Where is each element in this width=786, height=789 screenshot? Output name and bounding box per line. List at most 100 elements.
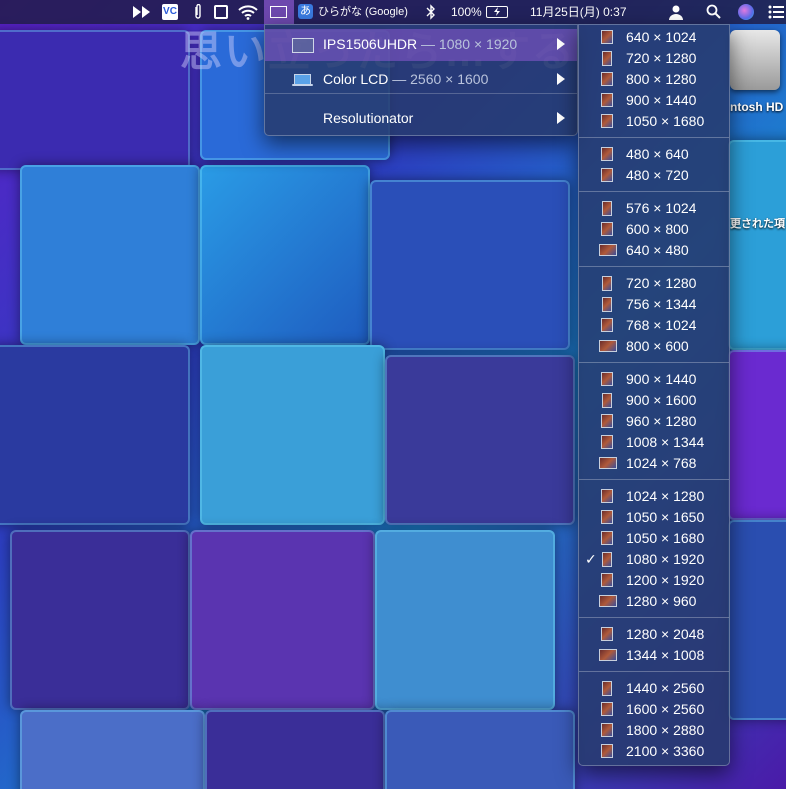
battery-percent[interactable]: 100% bbox=[451, 0, 482, 24]
resolution-label: 1440 × 2560 bbox=[626, 680, 705, 696]
input-mode-icon[interactable]: あ bbox=[298, 4, 313, 19]
resolution-item[interactable]: 800 × 1280 bbox=[579, 69, 729, 90]
resolution-label: 1024 × 1280 bbox=[626, 488, 705, 504]
resolution-item[interactable]: 2100 × 3360 bbox=[579, 741, 729, 762]
resolution-item[interactable]: 1050 × 1680 bbox=[579, 528, 729, 549]
resolution-label: 1008 × 1344 bbox=[626, 434, 705, 450]
clock[interactable]: 11月25日(月) 0:37 bbox=[530, 0, 627, 24]
resolution-item[interactable]: 1008 × 1344 bbox=[579, 432, 729, 453]
menu-separator bbox=[579, 266, 729, 267]
resolution-label: 800 × 600 bbox=[626, 338, 689, 354]
resolution-label: 960 × 1280 bbox=[626, 413, 697, 429]
resolution-item[interactable]: 640 × 1024 bbox=[579, 27, 729, 48]
resolution-item[interactable]: 640 × 480 bbox=[579, 240, 729, 261]
wifi-icon[interactable] bbox=[238, 4, 258, 20]
monitor-icon bbox=[292, 38, 314, 53]
desktop-file-label[interactable]: 更された項 bbox=[730, 215, 785, 231]
search-icon[interactable] bbox=[706, 4, 721, 19]
menu-separator bbox=[579, 671, 729, 672]
resolution-icon bbox=[601, 414, 613, 428]
resolution-item[interactable]: 1344 × 1008 bbox=[579, 645, 729, 666]
paperclip-icon[interactable] bbox=[193, 4, 203, 20]
display-menu: IPS1506UHDR — 1080 × 1920 Color LCD — 25… bbox=[264, 24, 578, 136]
resolution-label: 1080 × 1920 bbox=[626, 551, 705, 567]
resolution-item[interactable]: 1280 × 960 bbox=[579, 591, 729, 612]
resolution-icon bbox=[599, 649, 617, 661]
resolution-item[interactable]: 576 × 1024 bbox=[579, 198, 729, 219]
hard-drive-label[interactable]: ntosh HD bbox=[730, 100, 783, 114]
resolution-icon bbox=[599, 244, 617, 256]
resolution-item[interactable]: 1800 × 2880 bbox=[579, 720, 729, 741]
resolution-item[interactable]: 768 × 1024 bbox=[579, 315, 729, 336]
resolution-item[interactable]: 1050 × 1650 bbox=[579, 507, 729, 528]
resolution-label: 768 × 1024 bbox=[626, 317, 697, 333]
resolution-item[interactable]: 900 × 1440 bbox=[579, 369, 729, 390]
menubar: VC あ ひらがな (Google) 100% 11月25日(月) 0:37 bbox=[0, 0, 786, 24]
resolution-label: 756 × 1344 bbox=[626, 296, 697, 312]
resolution-item[interactable]: 1024 × 768 bbox=[579, 453, 729, 474]
vc-app-icon[interactable]: VC bbox=[162, 4, 178, 20]
hard-drive-icon[interactable] bbox=[730, 30, 780, 90]
submenu-arrow-icon bbox=[557, 38, 565, 50]
resolution-item[interactable]: 1024 × 1280 bbox=[579, 486, 729, 507]
menu-item-resolutionator[interactable]: Resolutionator bbox=[265, 103, 577, 135]
resolution-item[interactable]: 960 × 1280 bbox=[579, 411, 729, 432]
resolution-icon bbox=[601, 489, 613, 503]
resolution-label: 480 × 720 bbox=[626, 167, 689, 183]
resolution-icon bbox=[602, 276, 612, 291]
user-icon[interactable] bbox=[668, 4, 684, 20]
menu-item-ips1506uhdr[interactable]: IPS1506UHDR — 1080 × 1920 bbox=[265, 29, 577, 61]
resolution-label: 900 × 1440 bbox=[626, 371, 697, 387]
resolution-icon bbox=[601, 627, 613, 641]
resolution-icon bbox=[602, 201, 612, 216]
resolution-icon bbox=[601, 147, 613, 161]
resolution-item[interactable]: ✓ 1080 × 1920 bbox=[579, 549, 729, 570]
resolution-item[interactable]: 720 × 1280 bbox=[579, 273, 729, 294]
menu-separator bbox=[579, 191, 729, 192]
resolution-icon bbox=[599, 340, 617, 352]
resolution-icon bbox=[602, 393, 612, 408]
resolution-item[interactable]: 1440 × 2560 bbox=[579, 678, 729, 699]
siri-icon[interactable] bbox=[738, 4, 754, 20]
resolution-icon bbox=[601, 510, 613, 524]
resolution-item[interactable]: 1050 × 1680 bbox=[579, 111, 729, 132]
resolution-label: 900 × 1440 bbox=[626, 92, 697, 108]
display-menu-extra[interactable] bbox=[264, 0, 294, 24]
resolution-item[interactable]: 900 × 1600 bbox=[579, 390, 729, 411]
resolution-item[interactable]: 800 × 600 bbox=[579, 336, 729, 357]
bluetooth-icon[interactable] bbox=[426, 4, 436, 20]
window-icon[interactable] bbox=[214, 5, 228, 19]
menu-item-color-lcd[interactable]: Color LCD — 2560 × 1600 bbox=[265, 64, 577, 96]
menu-separator bbox=[265, 93, 577, 94]
menu-item-label: Resolutionator bbox=[323, 110, 414, 126]
input-method-label[interactable]: ひらがな (Google) bbox=[318, 0, 408, 24]
resolution-label: 720 × 1280 bbox=[626, 275, 697, 291]
resolution-item[interactable]: 1200 × 1920 bbox=[579, 570, 729, 591]
forward-arrows-icon[interactable] bbox=[133, 6, 153, 18]
resolution-icon bbox=[599, 595, 617, 607]
resolution-item[interactable]: 600 × 800 bbox=[579, 219, 729, 240]
resolution-item[interactable]: 480 × 720 bbox=[579, 165, 729, 186]
resolution-label: 800 × 1280 bbox=[626, 71, 697, 87]
menu-separator bbox=[579, 362, 729, 363]
notification-center-icon[interactable] bbox=[768, 5, 784, 19]
resolution-item[interactable]: 1280 × 2048 bbox=[579, 624, 729, 645]
resolution-item[interactable]: 756 × 1344 bbox=[579, 294, 729, 315]
resolution-label: 576 × 1024 bbox=[626, 200, 697, 216]
resolution-icon bbox=[601, 114, 613, 128]
resolution-item[interactable]: 480 × 640 bbox=[579, 144, 729, 165]
menu-item-label: Color LCD bbox=[323, 71, 389, 87]
resolution-label: 600 × 800 bbox=[626, 221, 689, 237]
resolution-item[interactable]: 1600 × 2560 bbox=[579, 699, 729, 720]
resolution-label: 1280 × 960 bbox=[626, 593, 697, 609]
resolution-icon bbox=[601, 168, 613, 182]
resolution-icon bbox=[601, 531, 613, 545]
battery-charging-icon[interactable] bbox=[486, 6, 508, 18]
resolution-item[interactable]: 720 × 1280 bbox=[579, 48, 729, 69]
resolution-item[interactable]: 900 × 1440 bbox=[579, 90, 729, 111]
resolution-label: 1050 × 1650 bbox=[626, 509, 705, 525]
resolution-icon bbox=[602, 681, 612, 696]
resolution-label: 640 × 1024 bbox=[626, 29, 697, 45]
resolution-submenu: 640 × 1024 720 × 1280 800 × 1280 900 × 1440… bbox=[578, 24, 730, 766]
resolution-label: 2100 × 3360 bbox=[626, 743, 705, 759]
